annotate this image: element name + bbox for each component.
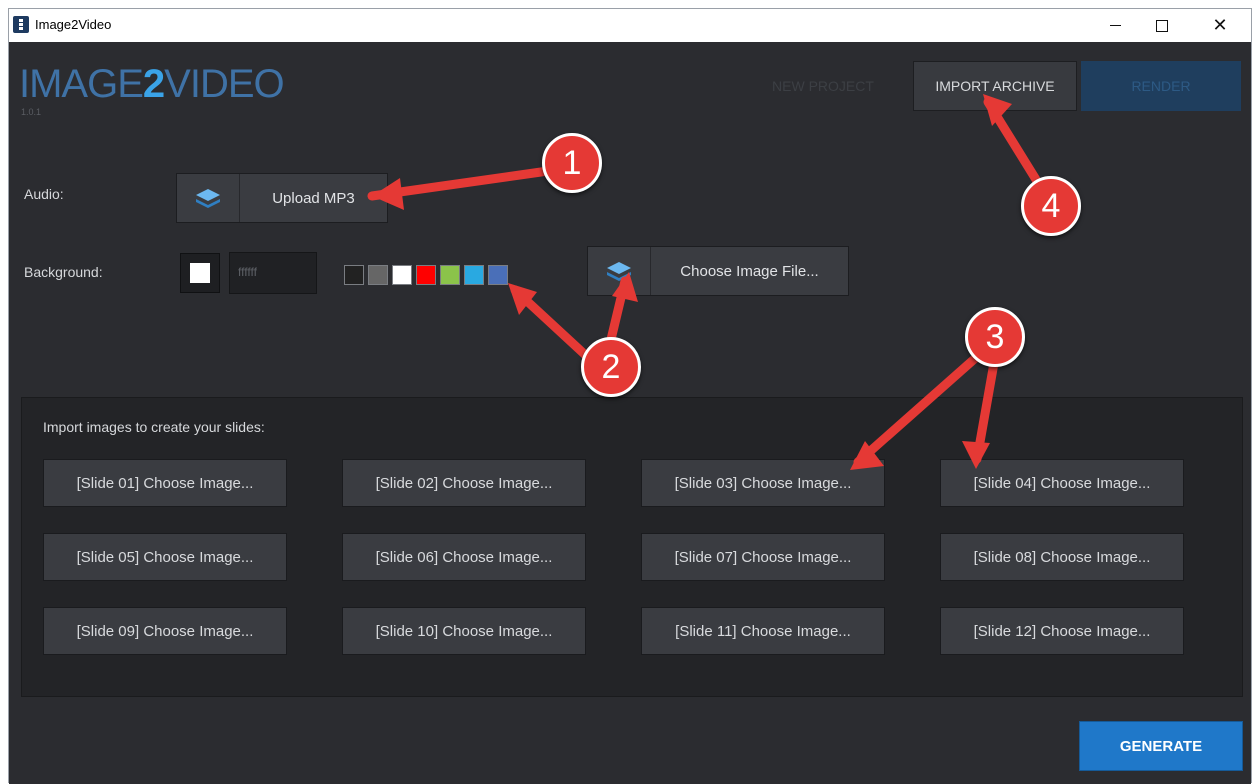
arrowhead-3b	[962, 441, 990, 469]
annotation-arrow-3a	[853, 349, 985, 467]
arrowhead-1	[372, 178, 404, 210]
annotation-marker-3: 3	[965, 307, 1025, 367]
annotation-marker-2: 2	[581, 337, 641, 397]
annotation-marker-4: 4	[1021, 176, 1081, 236]
annotation-marker-1: 1	[542, 133, 602, 193]
